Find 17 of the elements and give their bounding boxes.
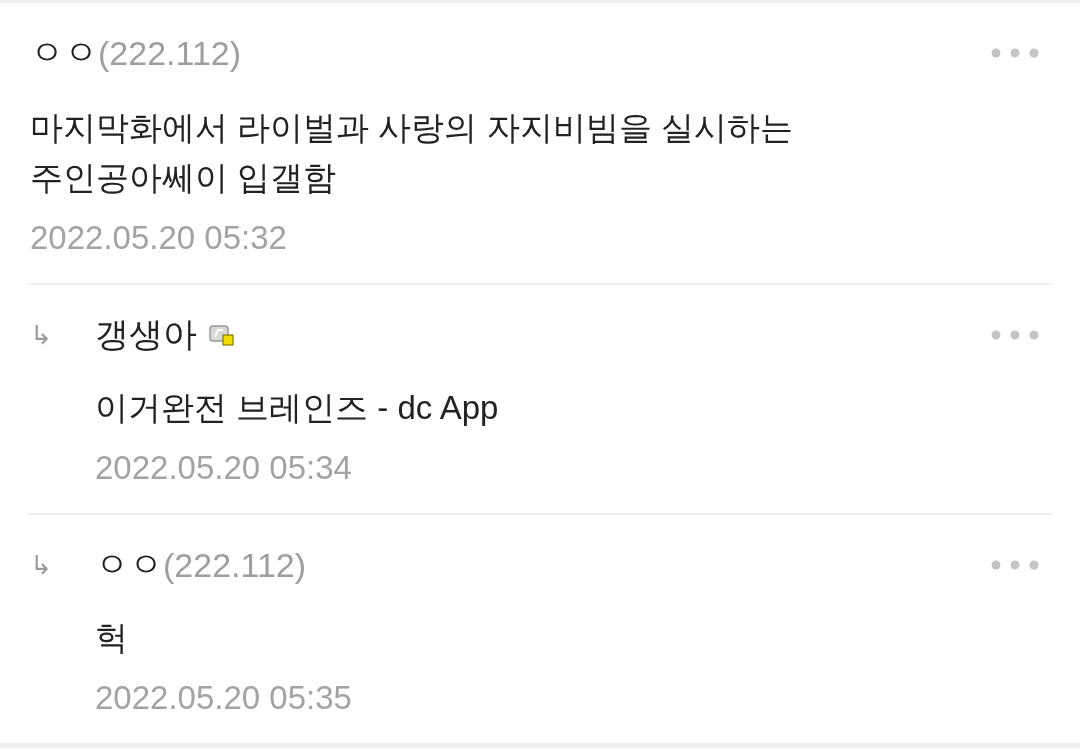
comment-date: 2022.05.20 05:32 [30,218,288,258]
ip-address: (222.112) [163,545,307,585]
badge-icon [209,324,235,346]
more-icon[interactable] [990,329,1040,341]
reply-arrow: ↳ [30,549,53,582]
reply-arrow: ↳ [30,319,53,352]
comment-author: ㅇㅇ [95,544,163,585]
comment-text: 마지막화에서 라이벌과 사랑의 자지비빔을 실시하는 주인공아쎄이 입갤함 [30,108,794,198]
comment-date: 2022.05.20 05:34 [95,448,353,488]
comment-date: 2022.05.20 05:35 [95,678,353,718]
comment-author: 갱생아 [95,314,197,355]
comment-author: ㅇㅇ [30,32,98,73]
comment-text: 이거완전 브레인즈 - dc App [95,388,500,428]
more-icon[interactable] [990,559,1040,571]
ip-address: (222.112) [98,33,242,73]
more-icon[interactable] [990,47,1040,59]
comment-text: 헉 [95,618,129,658]
